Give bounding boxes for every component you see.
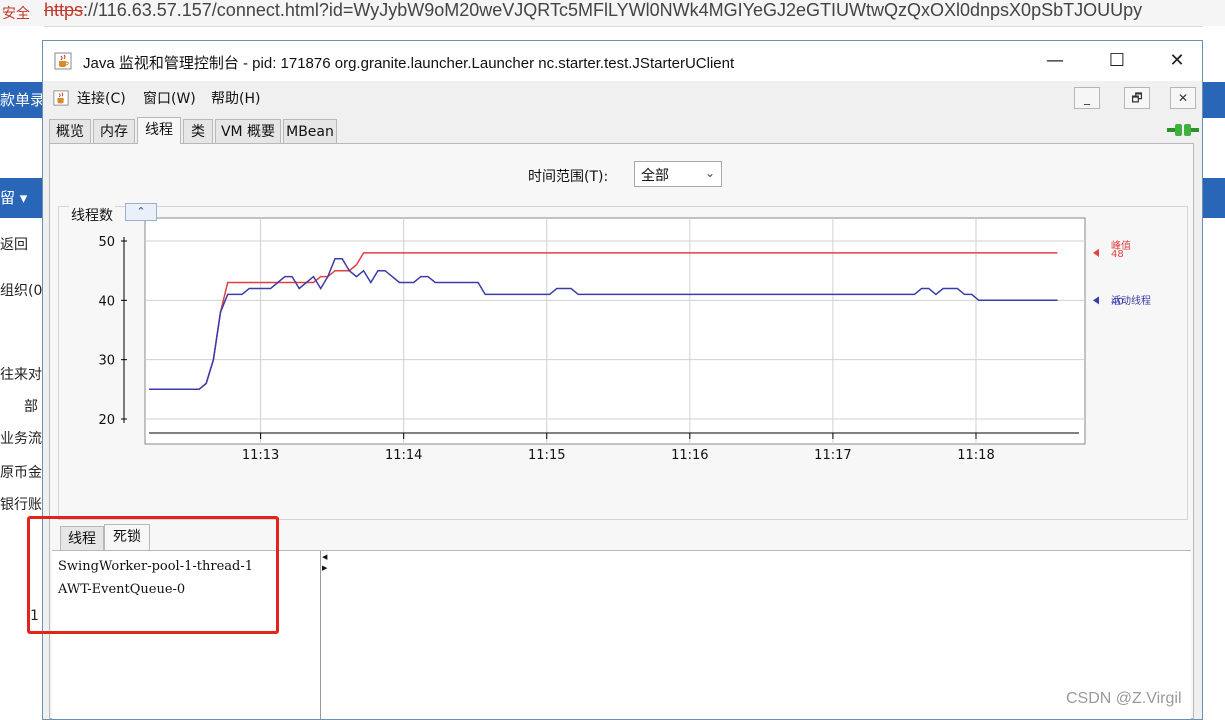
x-tick-label: 11:16 <box>671 448 708 463</box>
url-rest: ://116.63.57.157/connect.html?id=WyJybW9… <box>83 0 1143 20</box>
tab-mbean[interactable]: MBean <box>283 119 337 143</box>
bg-item: 银行账 <box>0 497 42 513</box>
chevron-down-icon: ⌄ <box>704 166 715 180</box>
bg-band <box>1203 82 1225 118</box>
close-button[interactable]: ✕ <box>1157 47 1197 75</box>
y-tick-label: 50 <box>98 235 115 250</box>
mdi-close-button[interactable]: ✕ <box>1170 87 1196 109</box>
time-range-label: 时间范围(T): <box>528 169 609 185</box>
browser-address-bar[interactable]: 安全 https://116.63.57.157/connect.html?id… <box>0 0 1225 27</box>
menu-help[interactable]: 帮助(H) <box>211 88 260 108</box>
legend-current-value: 48 <box>1111 249 1124 260</box>
menu-connection[interactable]: 连接(C) <box>77 88 126 108</box>
x-tick-label: 11:15 <box>528 448 565 463</box>
bg-item: 原币金 <box>0 465 42 481</box>
bg-band <box>1203 178 1225 218</box>
chart-svg: 2030405011:13 11:14 11:15 11:16 11:17 11:18 峰… <box>98 217 1151 463</box>
collapse-up-icon[interactable]: ⌃ <box>125 203 157 221</box>
watermark: CSDN @Z.Virgil <box>1066 690 1182 707</box>
y-tick-label: 40 <box>98 294 115 309</box>
plot-area <box>144 217 1086 445</box>
main-tabs: 概览 内存 线程 类 VM 概要 MBean <box>43 117 1202 144</box>
tab-memory[interactable]: 内存 <box>93 119 135 143</box>
y-tick-label: 30 <box>98 354 115 369</box>
time-range-value: 全部 <box>641 168 669 184</box>
minimize-button[interactable]: — <box>1035 47 1075 75</box>
mdi-restore-button[interactable]: 🗗 <box>1124 87 1150 109</box>
tab-threads[interactable]: 线程 <box>137 117 181 144</box>
window-title: Java 监视和管理控制台 - pid: 171876 org.granite.… <box>83 55 735 72</box>
thread-count-chart: 20 30 40 50 11:13 11:14 11:15 11:16 11:17 11:18 峰… <box>58 203 1188 520</box>
thread-detail-area <box>328 551 1191 719</box>
bg-item: 返回 <box>0 237 28 253</box>
legend-marker <box>1093 296 1099 305</box>
tab-classes[interactable]: 类 <box>183 119 213 143</box>
bg-item: 组织(0 <box>0 283 43 299</box>
bg-item: 留 ▾ <box>0 178 44 218</box>
background-page-right <box>1203 26 1225 720</box>
highlight-annotation-box <box>27 516 279 634</box>
tab-vm-summary[interactable]: VM 概要 <box>215 119 281 143</box>
chart-title: 线程数 <box>69 205 115 225</box>
y-tick-label: 20 <box>98 413 115 428</box>
legend-marker <box>1093 248 1099 257</box>
url-scheme: https <box>44 0 84 20</box>
mdi-minimize-button[interactable]: _ <box>1074 87 1100 109</box>
menu-window[interactable]: 窗口(W) <box>143 88 196 108</box>
split-pane-divider[interactable]: ◀ ▶ <box>320 551 327 719</box>
security-label: 安全 <box>2 6 30 22</box>
time-range-select[interactable]: 全部 ⌄ <box>634 161 722 187</box>
x-tick-label: 11:14 <box>385 448 422 463</box>
tab-overview[interactable]: 概览 <box>49 119 91 143</box>
x-tick-label: 11:18 <box>957 448 994 463</box>
java-cup-icon <box>54 52 72 70</box>
connection-status-icon <box>1167 124 1199 136</box>
bg-item: 业务流 <box>0 431 42 447</box>
triangle-right-icon[interactable]: ▶ <box>322 564 327 572</box>
java-cup-icon <box>53 90 69 106</box>
url-text[interactable]: https://116.63.57.157/connect.html?id=Wy… <box>44 0 1142 21</box>
menu-bar: 连接(C) 窗口(W) 帮助(H) <box>43 81 1202 115</box>
triangle-left-icon[interactable]: ◀ <box>322 553 327 561</box>
maximize-button[interactable]: ☐ <box>1097 47 1137 75</box>
legend-current-value: 40 <box>1111 296 1124 307</box>
x-tick-label: 11:13 <box>242 448 279 463</box>
title-bar[interactable]: Java 监视和管理控制台 - pid: 171876 org.granite.… <box>43 41 1202 81</box>
bg-item: 往来对 <box>0 367 42 383</box>
bg-item: 款单录 <box>0 82 44 118</box>
x-tick-label: 11:17 <box>814 448 851 463</box>
